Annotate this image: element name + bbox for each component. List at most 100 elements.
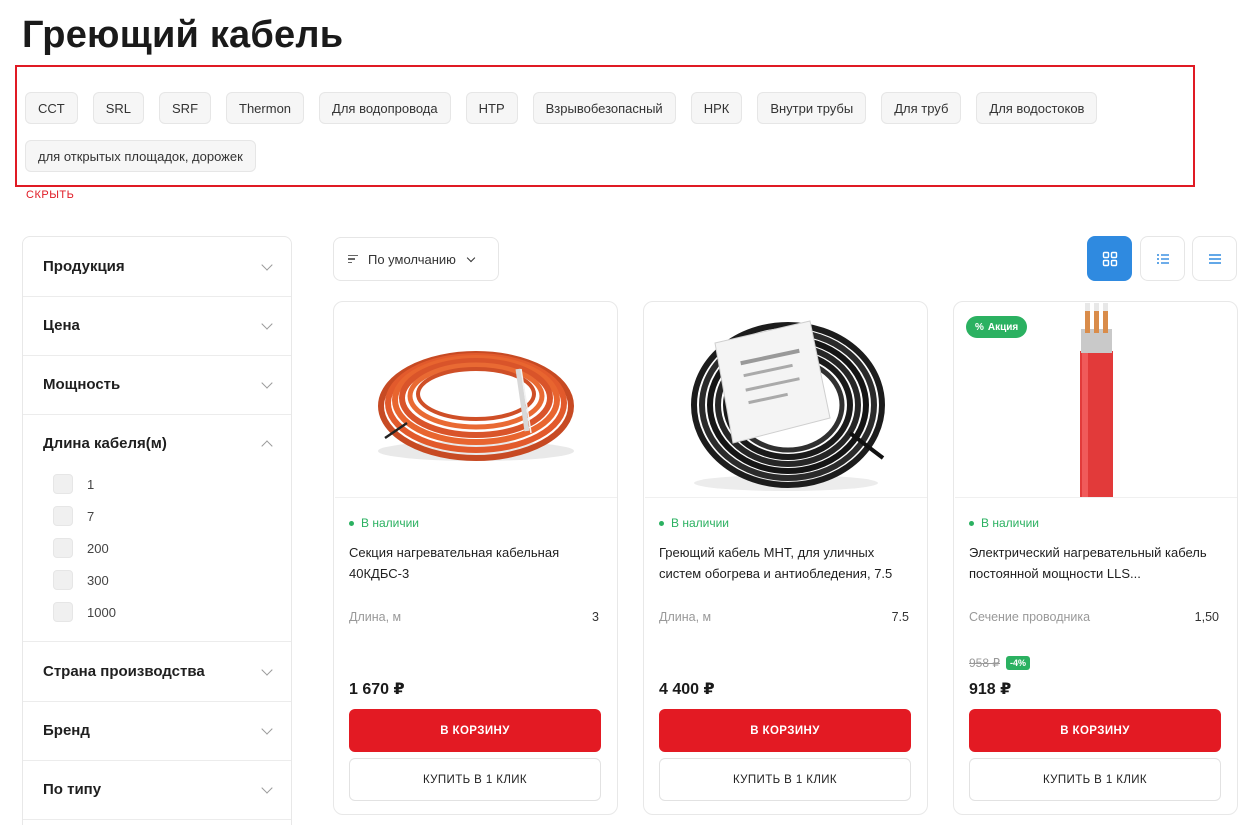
- stock-status: В наличии: [969, 516, 1039, 530]
- product-title[interactable]: Греющий кабель МНТ, для уличных систем о…: [659, 542, 914, 584]
- stock-label: В наличии: [981, 516, 1040, 530]
- product-card[interactable]: В наличии Секция нагревательная кабельна…: [333, 301, 618, 815]
- tag-inside-pipe[interactable]: Внутри трубы: [757, 92, 867, 124]
- filter-title: Цена: [43, 317, 80, 334]
- buy-one-click-button[interactable]: КУПИТЬ В 1 КЛИК: [659, 758, 911, 801]
- tag-cct[interactable]: CCT: [25, 92, 78, 124]
- option-label: 1: [87, 476, 95, 492]
- stock-label: В наличии: [671, 516, 730, 530]
- old-price: 958 ₽: [969, 656, 1000, 670]
- product-title[interactable]: Электрический нагревательный кабель пост…: [969, 542, 1224, 584]
- stock-label: В наличии: [361, 516, 420, 530]
- product-property: Сечение проводника 1,50: [969, 610, 1219, 624]
- tags-row-2: для открытых площадок, дорожек: [25, 140, 256, 172]
- option-label: 300: [87, 572, 109, 588]
- product-price: 4 400 ₽: [659, 681, 715, 698]
- sort-label: По умолчанию: [368, 251, 456, 267]
- tag-explosion-proof[interactable]: Взрывобезопасный: [532, 92, 676, 124]
- filter-brand: Бренд: [23, 701, 291, 761]
- filter-power: Мощность: [23, 355, 291, 415]
- product-price: 1 670 ₽: [349, 681, 405, 698]
- tag-water-supply[interactable]: Для водопровода: [319, 92, 451, 124]
- length-option-1000[interactable]: 1000: [53, 602, 116, 622]
- chevron-up-icon: [261, 439, 273, 452]
- filter-sidebar: Продукция Цена Мощность Длина кабеля(м) …: [22, 236, 292, 825]
- stock-status: В наличии: [349, 516, 419, 530]
- checkbox[interactable]: [53, 474, 73, 494]
- filter-products: Продукция: [23, 237, 291, 297]
- checkbox[interactable]: [53, 602, 73, 622]
- tag-srl[interactable]: SRL: [92, 92, 145, 124]
- add-to-cart-button[interactable]: В КОРЗИНУ: [969, 709, 1221, 752]
- discount-badge: -4%: [1006, 656, 1031, 670]
- length-option-300[interactable]: 300: [53, 570, 109, 590]
- list-icon: [1156, 253, 1169, 264]
- tag-for-pipes[interactable]: Для труб: [881, 92, 962, 124]
- page-title: Греющий кабель: [22, 14, 344, 56]
- sort-icon: [348, 254, 358, 264]
- product-card[interactable]: В наличии Греющий кабель МНТ, для уличны…: [643, 301, 928, 815]
- stock-status: В наличии: [659, 516, 729, 530]
- product-title[interactable]: Секция нагревательная кабельная 40КДБС-3: [349, 542, 604, 584]
- buy-one-click-button[interactable]: КУПИТЬ В 1 КЛИК: [969, 758, 1221, 801]
- add-to-cart-button[interactable]: В КОРЗИНУ: [659, 709, 911, 752]
- menu-icon: [1208, 253, 1221, 264]
- product-image[interactable]: % Акция: [955, 303, 1237, 498]
- sort-dropdown[interactable]: По умолчанию: [333, 237, 499, 281]
- filter-power-header[interactable]: Мощность: [23, 355, 291, 414]
- filter-type-header[interactable]: По типу: [23, 760, 291, 819]
- view-grid-button[interactable]: [1087, 236, 1132, 281]
- old-price-row: 958 ₽ -4%: [969, 656, 1031, 670]
- tag-nrk[interactable]: НРК: [690, 92, 743, 124]
- grid-icon: [1102, 251, 1117, 266]
- checkbox[interactable]: [53, 538, 73, 558]
- add-to-cart-button[interactable]: В КОРЗИНУ: [349, 709, 601, 752]
- promo-badge: % Акция: [966, 316, 1028, 338]
- product-image[interactable]: [645, 303, 927, 498]
- tags-panel: CCT SRL SRF Thermon Для водопровода НТР …: [15, 65, 1195, 187]
- filter-cable-length: Длина кабеля(м) 1 7 200 300 1000: [23, 414, 291, 642]
- property-name: Сечение проводника: [969, 610, 1091, 624]
- chevron-down-icon: [261, 781, 273, 794]
- hide-tags-link[interactable]: СКРЫТЬ: [26, 189, 74, 201]
- filter-title: Бренд: [43, 722, 90, 739]
- checkbox[interactable]: [53, 506, 73, 526]
- property-value: 7.5: [891, 610, 909, 624]
- option-label: 7: [87, 508, 95, 524]
- product-price: 918 ₽: [969, 681, 1012, 698]
- filter-type: По типу: [23, 760, 291, 820]
- chevron-down-icon: [466, 253, 476, 262]
- filter-cable-length-header[interactable]: Длина кабеля(м): [23, 414, 291, 473]
- tag-for-gutters[interactable]: Для водостоков: [976, 92, 1098, 124]
- tag-srf[interactable]: SRF: [159, 92, 212, 124]
- product-card[interactable]: % Акция В наличии Электрический нагреват…: [953, 301, 1238, 815]
- chevron-down-icon: [261, 722, 273, 735]
- checkbox[interactable]: [53, 570, 73, 590]
- view-list-button[interactable]: [1140, 236, 1185, 281]
- property-value: 1,50: [1194, 610, 1219, 624]
- filter-price: Цена: [23, 296, 291, 356]
- filter-brand-header[interactable]: Бренд: [23, 701, 291, 760]
- filter-products-header[interactable]: Продукция: [23, 237, 291, 296]
- product-image[interactable]: [335, 303, 617, 498]
- chevron-down-icon: [261, 376, 273, 389]
- filter-title: По типу: [43, 781, 102, 798]
- product-property: Длина, м 3: [349, 610, 599, 624]
- length-option-1[interactable]: 1: [53, 474, 94, 494]
- percent-icon: %: [975, 321, 984, 333]
- option-label: 1000: [87, 604, 116, 620]
- buy-one-click-button[interactable]: КУПИТЬ В 1 КЛИК: [349, 758, 601, 801]
- tag-ntr[interactable]: НТР: [465, 92, 518, 124]
- filter-title: Страна производства: [43, 663, 205, 680]
- tag-open-areas[interactable]: для открытых площадок, дорожек: [25, 140, 256, 172]
- property-name: Длина, м: [349, 610, 402, 624]
- property-value: 3: [592, 610, 599, 624]
- length-option-7[interactable]: 7: [53, 506, 94, 526]
- filter-title: Мощность: [43, 376, 121, 393]
- stock-dot-icon: [659, 520, 664, 526]
- tag-thermon[interactable]: Thermon: [226, 92, 305, 124]
- view-compact-button[interactable]: [1192, 236, 1237, 281]
- filter-price-header[interactable]: Цена: [23, 296, 291, 355]
- length-option-200[interactable]: 200: [53, 538, 109, 558]
- filter-country-header[interactable]: Страна производства: [23, 642, 291, 701]
